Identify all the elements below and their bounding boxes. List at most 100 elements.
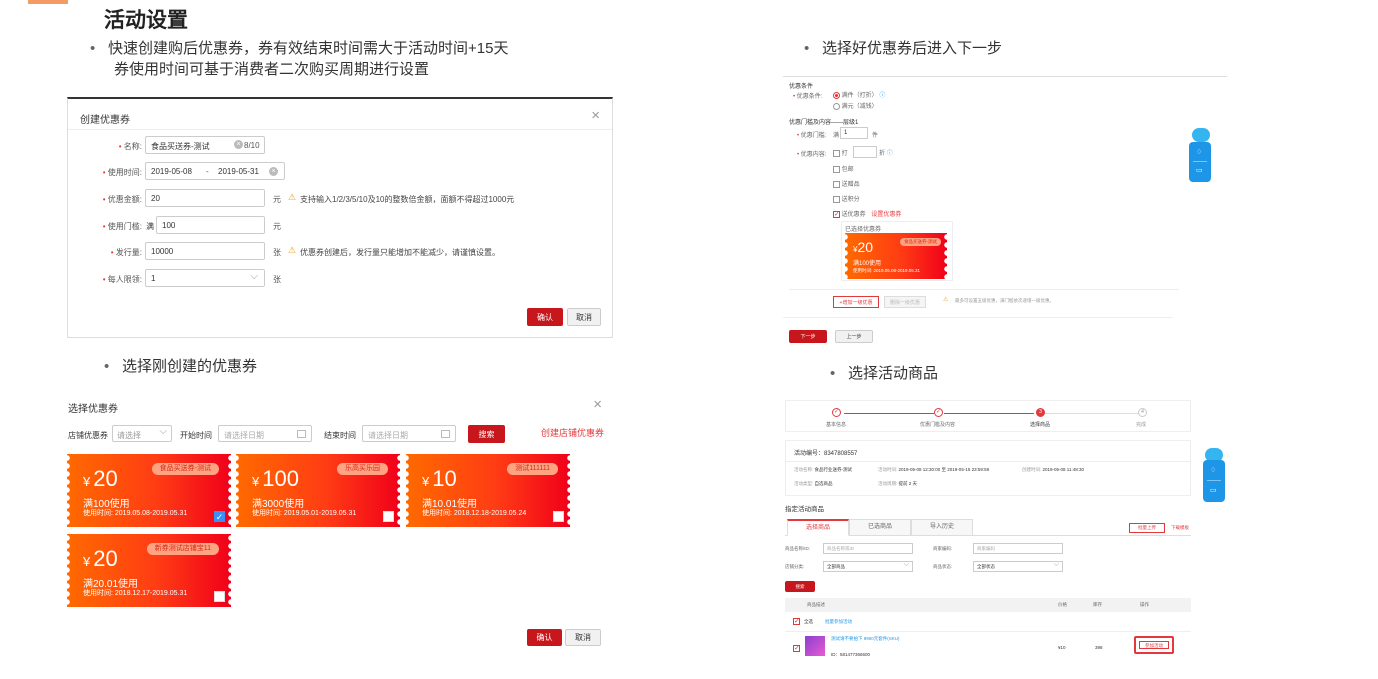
set-coupon-link[interactable]: 设置优惠券 (871, 212, 901, 218)
product-stock: 398 (1095, 645, 1103, 650)
end-date-input[interactable]: 请选择日期 (362, 425, 456, 442)
join-activity-highlight: 参加活动 (1134, 636, 1174, 654)
step-label: 基本信息 (826, 422, 847, 428)
time-label: 使用时间: (107, 168, 142, 177)
limit-label: 每人限领: (107, 275, 142, 284)
batch-upload-button[interactable]: 批量上传 (1129, 523, 1165, 533)
issue-unit: 张 (273, 248, 281, 257)
warning-icon: ⚠ (943, 297, 949, 303)
dialog-title: 选择优惠券 (68, 404, 118, 415)
coupon-period: 使用时间: 2018.12.17-2019.05.31 (83, 590, 188, 597)
calendar-icon (441, 430, 450, 438)
date-range-input[interactable]: 2019-05-08 - 2019-05-31 × (145, 162, 285, 180)
coupon-label: 送优惠券 (841, 212, 866, 218)
start-date-input[interactable]: 请选择日期 (218, 425, 312, 442)
coupon-checkbox[interactable] (553, 511, 564, 522)
search-button[interactable]: 搜索 (785, 581, 815, 592)
clear-icon[interactable]: × (269, 167, 278, 176)
coupon-card[interactable]: ¥20 满20.01使用 使用时间: 2018.12.17-2019.05.31… (67, 534, 231, 607)
clear-icon[interactable]: × (234, 140, 243, 149)
limit-select[interactable]: 1 ⌵ (145, 269, 265, 287)
threshold-prefix: 满 (833, 133, 840, 139)
category-select[interactable]: 全部商品 ⌵ (823, 561, 913, 572)
mini-coupon-amount: 20 (857, 239, 874, 255)
floating-toolbar[interactable]: ♢ ▭ (1189, 142, 1211, 182)
floating-toolbar[interactable]: ♢ ▭ (1203, 460, 1225, 502)
radio-by-amount[interactable] (833, 102, 840, 110)
product-thumbnail (805, 636, 825, 656)
points-checkbox[interactable] (833, 195, 840, 203)
tab-select-goods[interactable]: 选择商品 (787, 519, 849, 536)
discount-prefix: 打 (841, 151, 848, 157)
status-select[interactable]: 全部状态 ⌵ (973, 561, 1063, 572)
close-icon[interactable]: × (591, 107, 600, 124)
goods-name-input[interactable]: 商品名称或ID (823, 543, 913, 554)
goods-name-label: 商品名称/ID: (785, 546, 811, 551)
product-title[interactable]: 测试请不要拍下 9900元套件(SKU) (831, 636, 900, 642)
issue-input[interactable]: 10000 (145, 242, 265, 260)
delete-level-button[interactable]: 删除一级优惠 (884, 296, 926, 308)
threshold-input[interactable]: 100 (156, 216, 265, 234)
join-activity-button[interactable]: 参加活动 (1139, 641, 1169, 649)
batch-join-link[interactable]: 批量参加活动 (825, 619, 852, 625)
coupon-card[interactable]: ¥100 满3000使用 使用时间: 2019.05.01-2019.05.31… (236, 454, 400, 527)
cancel-button[interactable]: 取消 (567, 308, 601, 326)
search-button[interactable]: 搜索 (468, 425, 505, 443)
bell-icon[interactable]: ♢ (1196, 148, 1202, 156)
coupon-card[interactable]: ¥10 满10.01使用 使用时间: 2018.12.18-2019.05.24… (406, 454, 570, 527)
goods-code-input[interactable]: 商家编码 (973, 543, 1063, 554)
activity-time-label: 活动时间: (878, 467, 898, 472)
confirm-button[interactable]: 确认 (527, 629, 562, 646)
threshold-unit: 件 (872, 133, 879, 139)
create-store-coupon-link[interactable]: 创建店铺优惠券 (541, 426, 604, 439)
discount-unit: 折 (879, 151, 886, 157)
discount-checkbox[interactable] (833, 149, 840, 157)
points-label: 送积分 (841, 197, 860, 203)
radio-by-piece[interactable] (833, 91, 840, 99)
gift-checkbox[interactable] (833, 180, 840, 188)
issue-value: 10000 (151, 247, 174, 256)
free-shipping-checkbox[interactable] (833, 165, 840, 173)
amount-input[interactable]: 20 (145, 189, 265, 207)
section-title: 优惠条件 (789, 84, 814, 90)
bullet-1: • 快速创建购后优惠券，券有效结束时间需大于活动时间+15天 券使用时间可基于消费… (90, 40, 509, 78)
info-icon: ⓘ (886, 151, 893, 157)
store-coupon-select[interactable]: 请选择 ⌵ (112, 425, 172, 442)
confirm-button[interactable]: 确认 (527, 308, 563, 326)
coupon-checkbox[interactable]: ✓ (214, 511, 225, 522)
add-level-button[interactable]: +增加一级优惠 (833, 296, 879, 308)
next-step-button[interactable]: 下一步 (789, 330, 827, 343)
message-icon[interactable]: ▭ (1210, 486, 1217, 494)
level-hint: 最多可设置五级优惠，满门槛依次递增一级优惠。 (955, 298, 1054, 303)
bullet-2: • 选择刚创建的优惠券 (104, 358, 258, 375)
select-all-checkbox[interactable]: ✓ (793, 618, 800, 625)
activity-time: 2019-05-08 12:30:00 至 2019-05-15 23:59:5… (898, 467, 990, 472)
threshold-input[interactable]: 1 (840, 127, 868, 139)
bell-icon[interactable]: ♢ (1210, 466, 1216, 474)
coupon-checkbox[interactable] (383, 511, 394, 522)
tab-import-history[interactable]: 导入历史 (911, 519, 973, 536)
mini-coupon-card: ¥20 满100使用 使用时间: 2019.05.08-2019.05.31 食… (845, 233, 947, 279)
content-label: 优惠内容: (800, 152, 827, 158)
stepper: ✓ ✓ 3 4 基本信息 优惠门槛及内容 选择商品 完成 (785, 400, 1191, 432)
name-input[interactable]: 食品买送券-测试 × 8/10 (145, 136, 265, 154)
chat-bubble-icon[interactable] (1192, 128, 1210, 142)
threshold-prefix: 满 (146, 222, 154, 231)
coupon-card[interactable]: ¥20 满100使用 使用时间: 2019.05.08-2019.05.31 食… (67, 454, 231, 527)
date-separator: - (206, 167, 209, 176)
download-template-link[interactable]: 下载模板 (1171, 525, 1189, 531)
threshold-value: 1 (844, 130, 848, 136)
close-icon[interactable]: × (593, 396, 602, 413)
chevron-down-icon: ⌵ (1053, 561, 1059, 568)
goods-tabs: 选择商品 已选商品 导入历史 批量上传 下载模板 (785, 519, 1191, 536)
message-icon[interactable]: ▭ (1196, 166, 1203, 174)
coupon-checkbox[interactable] (214, 591, 225, 602)
cancel-button[interactable]: 取消 (565, 629, 601, 646)
prev-step-button[interactable]: 上一步 (835, 330, 873, 343)
activity-name: 食品行业送券-测试 (814, 467, 853, 472)
store-placeholder: 请选择 (117, 431, 141, 440)
tab-selected-goods[interactable]: 已选商品 (849, 519, 911, 536)
coupon-checkbox[interactable]: ✓ (833, 210, 840, 218)
discount-input[interactable] (853, 146, 877, 158)
row-checkbox[interactable]: ✓ (793, 645, 800, 652)
